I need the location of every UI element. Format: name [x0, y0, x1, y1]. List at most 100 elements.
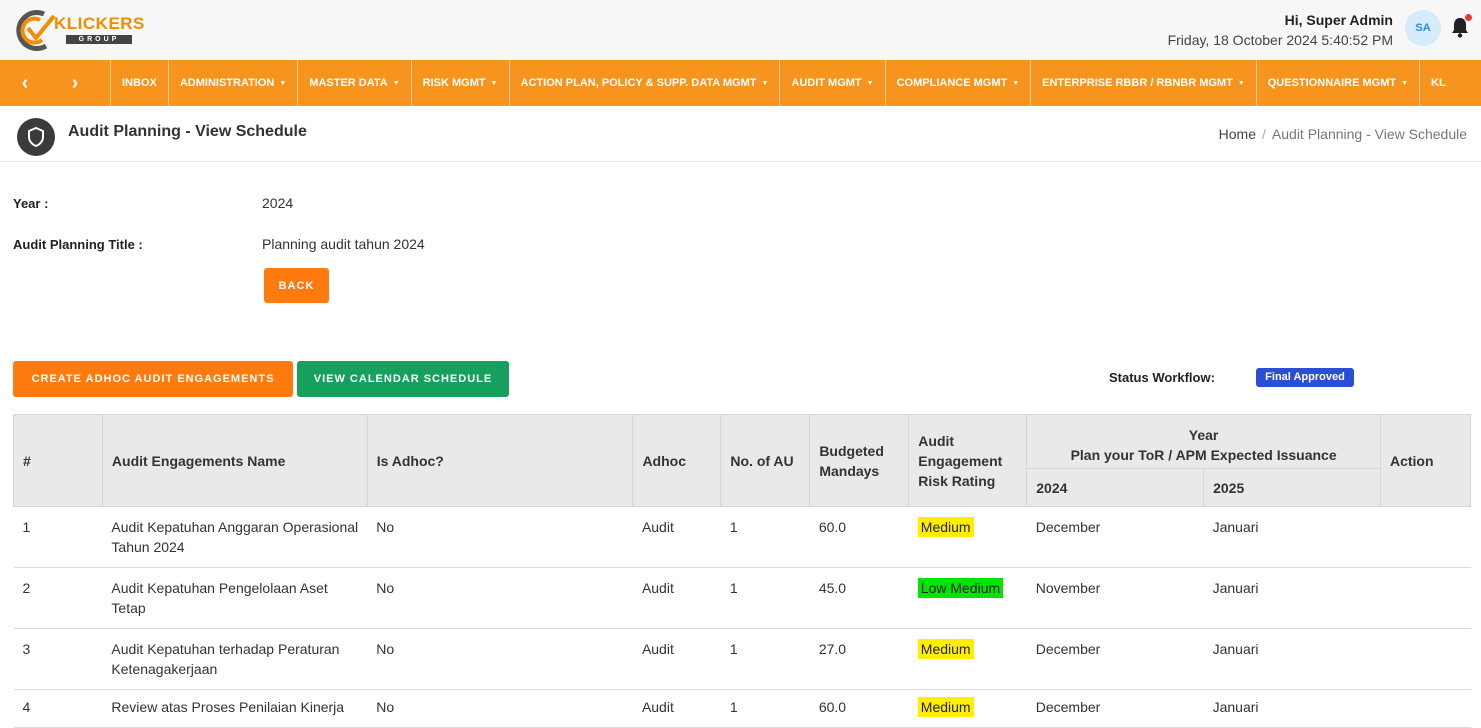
- nav-item-kl[interactable]: KL: [1420, 60, 1457, 106]
- view-calendar-schedule-button[interactable]: VIEW CALENDAR SCHEDULE: [297, 361, 509, 397]
- nav-item-enterprise-rbbr[interactable]: ENTERPRISE RBBR / RBNBR MGMT ▼: [1031, 60, 1257, 106]
- table-row: 3 Audit Kepatuhan terhadap Peraturan Ket…: [13, 628, 1471, 690]
- greeting-text: Hi, Super Admin: [1284, 12, 1393, 28]
- cell-2025: Januari: [1203, 567, 1381, 629]
- top-header: KLICKERS GROUP Hi, Super Admin Friday, 1…: [0, 0, 1481, 60]
- col-header-name: Audit Engagements Name: [101, 414, 368, 507]
- col-header-is-adhoc: Is Adhoc?: [366, 414, 634, 507]
- risk-rating-badge: Low Medium: [917, 578, 1004, 598]
- page-header: Audit Planning - View Schedule Home / Audi…: [0, 106, 1481, 162]
- cell-name: Audit Kepatuhan Pengelolaan Aset Tetap: [102, 567, 368, 629]
- planning-title-value: Planning audit tahun 2024: [262, 236, 425, 252]
- chevron-right-icon: ›: [71, 71, 79, 94]
- cell-num: 3: [13, 628, 103, 690]
- breadcrumb: Home / Audit Planning - View Schedule: [1219, 126, 1467, 142]
- cell-mandays: 27.0: [809, 628, 909, 690]
- nav-divider: [100, 60, 111, 106]
- nav-next-button[interactable]: ›: [50, 60, 100, 106]
- caret-down-icon: ▼: [761, 79, 769, 87]
- cell-2024: November: [1026, 567, 1204, 629]
- cell-risk: Medium: [908, 628, 1027, 690]
- col-header-mandays: Budgeted Mandays: [809, 414, 910, 507]
- nav-item-audit-mgmt[interactable]: AUDIT MGMT ▼: [780, 60, 886, 106]
- user-greeting: Hi, Super Admin Friday, 18 October 2024 …: [1168, 12, 1393, 48]
- cell-name: Audit Kepatuhan terhadap Peraturan Keten…: [102, 628, 368, 690]
- col-header-adhoc: Adhoc: [632, 414, 722, 507]
- cell-is-adhoc: No: [367, 689, 633, 728]
- nav-item-questionnaire-mgmt[interactable]: QUESTIONNAIRE MGMT ▼: [1257, 60, 1421, 106]
- shield-icon: [17, 118, 55, 156]
- cell-risk: Medium: [908, 506, 1027, 568]
- risk-rating-badge: Medium: [917, 639, 974, 659]
- cell-risk: Medium: [908, 689, 1027, 728]
- cell-no-au: 1: [720, 689, 810, 728]
- cell-num: 2: [13, 567, 103, 629]
- nav-item-action-plan[interactable]: ACTION PLAN, POLICY & SUPP. DATA MGMT ▼: [510, 60, 781, 106]
- cell-is-adhoc: No: [367, 506, 633, 568]
- col-header-risk-rating: Audit Engagement Risk Rating: [908, 414, 1028, 507]
- cell-no-au: 1: [720, 506, 810, 568]
- cell-is-adhoc: No: [367, 628, 633, 690]
- cell-no-au: 1: [720, 628, 810, 690]
- table-row: 1 Audit Kepatuhan Anggaran Operasional T…: [13, 506, 1471, 568]
- main-nav: ‹ › INBOX ADMINISTRATION ▼ MASTER DATA ▼ R…: [0, 60, 1481, 106]
- col-header-year-2025: 2025: [1203, 468, 1381, 507]
- chevron-left-icon: ‹: [21, 71, 29, 94]
- cell-num: 4: [13, 689, 103, 728]
- back-button[interactable]: BACK: [264, 268, 329, 303]
- cell-2025: Januari: [1203, 506, 1381, 568]
- current-datetime: Friday, 18 October 2024 5:40:52 PM: [1167, 32, 1393, 48]
- cell-action: [1380, 689, 1471, 728]
- col-group-year-sublabel: Plan your ToR / APM Expected Issuance: [1070, 446, 1337, 463]
- risk-rating-badge: Medium: [917, 517, 974, 537]
- caret-down-icon: ▼: [1012, 79, 1020, 87]
- nav-prev-button[interactable]: ‹: [0, 60, 50, 106]
- notification-dot: [1465, 14, 1472, 21]
- cell-name: Review atas Proses Penilaian Kinerja: [102, 689, 368, 728]
- col-header-action: Action: [1379, 414, 1472, 507]
- nav-item-inbox[interactable]: INBOX: [111, 60, 169, 106]
- cell-mandays: 60.0: [809, 506, 909, 568]
- logo-subtext: GROUP: [66, 35, 132, 44]
- cell-adhoc: Audit: [632, 689, 721, 728]
- nav-item-master-data[interactable]: MASTER DATA ▼: [298, 60, 412, 106]
- create-adhoc-engagements-button[interactable]: CREATE ADHOC AUDIT ENGAGEMENTS: [13, 361, 293, 397]
- nav-item-risk-mgmt[interactable]: RISK MGMT ▼: [412, 60, 510, 106]
- cell-adhoc: Audit: [632, 567, 721, 629]
- breadcrumb-separator: /: [1262, 126, 1266, 142]
- cell-action: [1380, 628, 1471, 690]
- caret-down-icon: ▼: [392, 79, 400, 87]
- col-group-year: Year Plan your ToR / APM Expected Issuan…: [1026, 414, 1381, 469]
- cell-2024: December: [1026, 506, 1204, 568]
- cell-mandays: 60.0: [809, 689, 909, 728]
- year-value: 2024: [262, 195, 294, 211]
- cell-2024: December: [1026, 628, 1204, 690]
- cell-num: 1: [13, 506, 103, 568]
- col-header-num: #: [13, 414, 103, 507]
- planning-title-label: Audit Planning Title :: [13, 237, 143, 252]
- cell-is-adhoc: No: [367, 567, 633, 629]
- breadcrumb-home[interactable]: Home: [1219, 126, 1256, 142]
- year-label: Year :: [13, 196, 49, 211]
- audit-engagements-table: # Audit Engagements Name Is Adhoc? Adhoc…: [13, 414, 1472, 728]
- logo-text: KLICKERS: [54, 14, 145, 33]
- company-logo[interactable]: KLICKERS GROUP: [14, 6, 144, 54]
- table-row: 4 Review atas Proses Penilaian Kinerja N…: [13, 689, 1471, 728]
- logo-swoosh-icon: [16, 10, 56, 51]
- avatar[interactable]: SA: [1405, 10, 1441, 46]
- cell-risk: Low Medium: [908, 567, 1027, 629]
- caret-down-icon: ▼: [1401, 79, 1409, 87]
- nav-item-compliance-mgmt[interactable]: COMPLIANCE MGMT ▼: [886, 60, 1032, 106]
- caret-down-icon: ▼: [490, 79, 498, 87]
- col-group-year-label: Year: [1188, 426, 1219, 443]
- col-header-year-2024: 2024: [1026, 468, 1205, 507]
- risk-rating-badge: Medium: [917, 697, 974, 717]
- cell-mandays: 45.0: [809, 567, 909, 629]
- page-title: Audit Planning - View Schedule: [68, 123, 307, 140]
- col-header-no-au: No. of AU: [720, 414, 811, 507]
- breadcrumb-current: Audit Planning - View Schedule: [1271, 126, 1467, 142]
- nav-item-administration[interactable]: ADMINISTRATION ▼: [169, 60, 299, 106]
- cell-adhoc: Audit: [632, 506, 721, 568]
- cell-action: [1380, 567, 1471, 629]
- cell-adhoc: Audit: [632, 628, 721, 690]
